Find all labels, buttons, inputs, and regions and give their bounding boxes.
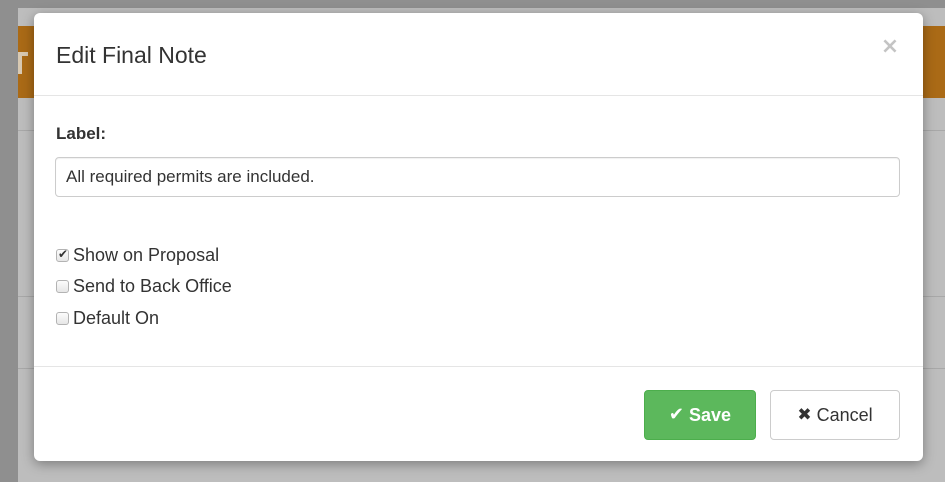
checkbox-label: Default On [73, 308, 160, 328]
cancel-button-label: Cancel [816, 404, 873, 425]
dialog-title: Edit Final Note [56, 42, 207, 68]
save-button-label: Save [689, 404, 732, 425]
send-to-back-office-checkbox[interactable]: Send to Back Office [56, 275, 232, 297]
dialog-footer: ✔ Save ✖ Cancel [34, 366, 923, 461]
checkbox-checked[interactable]: ✔ [56, 247, 69, 262]
checkbox-label: Show on Proposal [73, 245, 220, 265]
checkmark-icon: ✔ [58, 247, 69, 261]
check-icon: ✔ [668, 404, 685, 425]
save-button[interactable]: ✔ Save [644, 390, 756, 440]
checkbox-unchecked[interactable] [56, 312, 69, 325]
edit-final-note-dialog: Edit Final Note × Label: ✔ Show on Propo… [34, 13, 923, 461]
cancel-button[interactable]: ✖ Cancel [770, 390, 900, 440]
label-field-label: Label: [56, 124, 107, 143]
dialog-body: Label: ✔ Show on Proposal Send to Back O… [34, 96, 923, 366]
default-on-checkbox[interactable]: Default On [56, 307, 159, 329]
times-icon: ✖ [797, 405, 812, 425]
show-on-proposal-checkbox[interactable]: ✔ Show on Proposal [56, 244, 219, 266]
close-icon[interactable]: × [878, 35, 902, 59]
checkbox-label: Send to Back Office [73, 276, 232, 296]
checkbox-unchecked[interactable] [56, 280, 69, 293]
label-input[interactable] [55, 157, 900, 197]
background-logo-fragment [18, 52, 28, 74]
dialog-header: Edit Final Note × [34, 13, 923, 96]
